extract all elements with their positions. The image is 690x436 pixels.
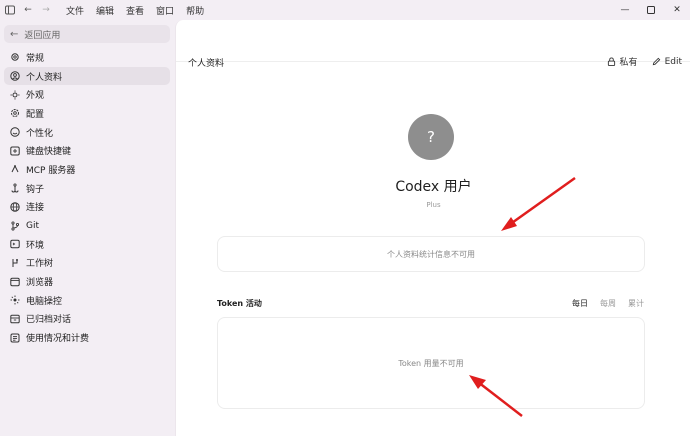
- token-unavailable-text: Token 用量不可用: [398, 358, 464, 368]
- hook-icon: [9, 183, 20, 194]
- sidebar-item-worktree[interactable]: 工作树: [4, 254, 170, 273]
- sidebar-item-label: 电脑操控: [26, 296, 63, 307]
- sidebar-item-label: 工作树: [26, 259, 54, 270]
- gear-icon: [9, 52, 20, 63]
- git-icon: [9, 220, 20, 231]
- settings-icon: [9, 108, 20, 119]
- tab-cumulative[interactable]: 累计: [628, 298, 644, 309]
- menu-file[interactable]: 文件: [66, 4, 84, 17]
- sidebar-item-label: 浏览器: [26, 278, 54, 289]
- user-icon: [9, 71, 20, 82]
- menu-window[interactable]: 窗口: [156, 4, 174, 17]
- sidebar-item-browser[interactable]: 浏览器: [4, 272, 170, 291]
- profile-stats-card: 个人资料统计信息不可用: [217, 236, 645, 272]
- token-usage-card: Token 用量不可用: [217, 317, 645, 409]
- sidebar-item-label: MCP 服务器: [26, 165, 76, 176]
- page-title: 个人资料: [188, 59, 225, 69]
- sidebar-item-billing[interactable]: 使用情况和计费: [4, 328, 170, 347]
- lock-icon: [607, 57, 615, 66]
- menu-help[interactable]: 帮助: [186, 4, 204, 17]
- sidebar-item-label: 个性化: [26, 128, 54, 139]
- sun-icon: [9, 89, 20, 100]
- billing-icon: [9, 332, 20, 343]
- back-arrow-icon: ←: [10, 28, 19, 40]
- user-name: Codex 用户: [395, 179, 472, 195]
- archive-icon: [9, 313, 20, 324]
- edit-button[interactable]: Edit: [652, 55, 682, 68]
- token-range-tabs: 每日 每周 累计: [572, 298, 644, 309]
- sidebar-item-config[interactable]: 配置: [4, 104, 170, 123]
- private-toggle[interactable]: 私有: [607, 55, 638, 68]
- title-bar: ← → 文件 编辑 查看 窗口 帮助 — ✕: [0, 0, 690, 20]
- close-button[interactable]: ✕: [664, 0, 690, 20]
- sidebar-item-label: 已归档对话: [26, 315, 72, 326]
- back-to-app-button[interactable]: ← 返回应用: [4, 25, 170, 43]
- sidebar-item-label: 环境: [26, 240, 45, 251]
- edit-label: Edit: [664, 56, 682, 67]
- sidebar: ← 返回应用 常规 个人资料 外观 配置 个性化 键盘快捷键 MCP 服务器 钩…: [0, 20, 175, 436]
- sidebar-item-appearance[interactable]: 外观: [4, 85, 170, 104]
- stats-unavailable-text: 个人资料统计信息不可用: [387, 249, 475, 259]
- sidebar-item-mcp[interactable]: MCP 服务器: [4, 160, 170, 179]
- sidebar-item-personalization[interactable]: 个性化: [4, 123, 170, 142]
- sidebar-item-archived[interactable]: 已归档对话: [4, 310, 170, 329]
- token-activity-title: Token 活动: [217, 299, 262, 308]
- menu-bar: 文件 编辑 查看 窗口 帮助: [66, 4, 204, 17]
- control-icon: [9, 295, 20, 306]
- maximize-button[interactable]: [638, 0, 664, 20]
- tree-icon: [9, 257, 20, 268]
- environment-icon: [9, 239, 20, 250]
- back-to-app-label: 返回应用: [24, 30, 61, 41]
- sidebar-item-label: 配置: [26, 109, 45, 120]
- header-actions: 私有 Edit: [607, 55, 682, 68]
- pencil-icon: [652, 57, 660, 66]
- avatar-placeholder: ?: [427, 128, 435, 146]
- keyboard-icon: [9, 145, 20, 156]
- plan-badge: Plus: [426, 201, 441, 209]
- menu-view[interactable]: 查看: [126, 4, 144, 17]
- sidebar-item-shortcuts[interactable]: 键盘快捷键: [4, 141, 170, 160]
- minimize-button[interactable]: —: [612, 0, 638, 20]
- sidebar-item-environment[interactable]: 环境: [4, 235, 170, 254]
- sidebar-item-connections[interactable]: 连接: [4, 198, 170, 217]
- sidebar-item-computer-control[interactable]: 电脑操控: [4, 291, 170, 310]
- sidebar-item-hooks[interactable]: 钩子: [4, 179, 170, 198]
- smile-icon: [9, 127, 20, 138]
- sidebar-item-label: 使用情况和计费: [26, 334, 90, 345]
- sidebar-toggle-icon[interactable]: [4, 4, 16, 16]
- sidebar-item-profile[interactable]: 个人资料: [4, 66, 170, 86]
- main-panel: 个人资料 私有 Edit ? Codex 用户 Plus 个人资料统计信息不可用…: [175, 20, 690, 436]
- sidebar-item-git[interactable]: Git: [4, 216, 170, 235]
- sidebar-item-label: 钩子: [26, 184, 45, 195]
- forward-arrow-icon[interactable]: →: [40, 4, 52, 16]
- menu-edit[interactable]: 编辑: [96, 4, 114, 17]
- sidebar-item-label: 键盘快捷键: [26, 147, 72, 158]
- sidebar-item-label: 连接: [26, 203, 45, 214]
- sidebar-item-label: Git: [26, 220, 40, 231]
- sidebar-item-label: 个人资料: [26, 72, 63, 83]
- tab-daily[interactable]: 每日: [572, 298, 588, 309]
- settings-nav: 常规 个人资料 外观 配置 个性化 键盘快捷键 MCP 服务器 钩子 连接 Gi…: [4, 48, 170, 347]
- back-arrow-icon[interactable]: ←: [22, 4, 34, 16]
- sidebar-item-label: 常规: [26, 53, 45, 64]
- avatar[interactable]: ?: [408, 114, 454, 160]
- sidebar-item-general[interactable]: 常规: [4, 48, 170, 67]
- globe-icon: [9, 201, 20, 212]
- tab-weekly[interactable]: 每周: [600, 298, 616, 309]
- private-label: 私有: [619, 58, 638, 68]
- browser-icon: [9, 276, 20, 287]
- server-icon: [9, 164, 20, 175]
- sidebar-item-label: 外观: [26, 91, 45, 102]
